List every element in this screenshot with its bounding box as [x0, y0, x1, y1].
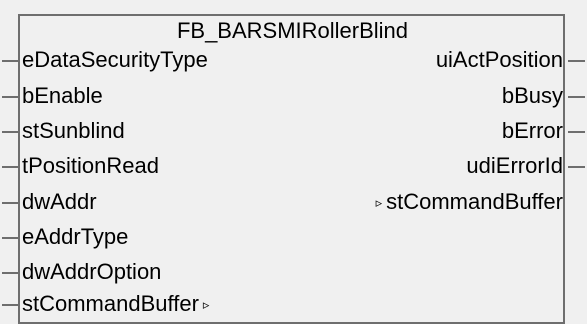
- input-pin-label: tPositionRead: [22, 153, 159, 178]
- output-pin-row: udiErrorId: [297, 152, 587, 180]
- output-pin-row: ▹ stCommandBuffer: [297, 188, 587, 216]
- reference-arrow-icon: ▹: [202, 297, 210, 313]
- input-pin-label: stCommandBuffer ▹: [22, 290, 213, 319]
- output-pin-label: uiActPosition: [435, 47, 563, 72]
- reference-arrow-icon: ▹: [375, 195, 383, 211]
- input-pin-label: dwAddr: [22, 189, 97, 214]
- output-pin-label: bError: [501, 118, 563, 143]
- input-pin-row: eAddrType: [0, 223, 290, 251]
- pin-connector: [2, 237, 19, 239]
- input-pin-label: dwAddrOption: [22, 259, 162, 284]
- pin-connector: [2, 166, 19, 168]
- pin-connector: [568, 166, 585, 168]
- pin-connector: [568, 60, 585, 62]
- input-pin-row: stCommandBuffer ▹: [0, 290, 290, 318]
- input-pin-row: bEnable: [0, 82, 290, 110]
- input-pin-row: tPositionRead: [0, 152, 290, 180]
- output-pin-label: udiErrorId: [466, 153, 563, 178]
- input-pin-row: dwAddr: [0, 188, 290, 216]
- pin-connector: [2, 304, 19, 306]
- input-pin-label: eAddrType: [22, 224, 129, 249]
- input-pin-label: bEnable: [22, 83, 103, 108]
- output-pin-row: bBusy: [297, 82, 587, 110]
- input-pin-label: stSunblind: [22, 118, 125, 143]
- output-pin-label: bBusy: [501, 83, 563, 108]
- output-pin-row: bError: [297, 117, 587, 145]
- pin-connector: [2, 202, 19, 204]
- pin-connector: [2, 131, 19, 133]
- pin-connector: [568, 131, 585, 133]
- input-pin-text: stCommandBuffer: [22, 291, 199, 316]
- pin-connector: [2, 96, 19, 98]
- output-pin-label: ▹ stCommandBuffer: [372, 188, 563, 217]
- output-pin-text: stCommandBuffer: [386, 189, 563, 214]
- pin-connector: [2, 272, 19, 274]
- pin-connector: [2, 60, 19, 62]
- input-pin-row: eDataSecurityType: [0, 46, 290, 74]
- input-pin-row: dwAddrOption: [0, 258, 290, 286]
- function-block-diagram: FB_BARSMIRollerBlind eDataSecurityType b…: [0, 0, 587, 324]
- pin-connector: [568, 96, 585, 98]
- output-pin-row: uiActPosition: [297, 46, 587, 74]
- function-block-title: FB_BARSMIRollerBlind: [176, 18, 409, 43]
- input-pin-row: stSunblind: [0, 117, 290, 145]
- input-pin-label: eDataSecurityType: [22, 47, 208, 72]
